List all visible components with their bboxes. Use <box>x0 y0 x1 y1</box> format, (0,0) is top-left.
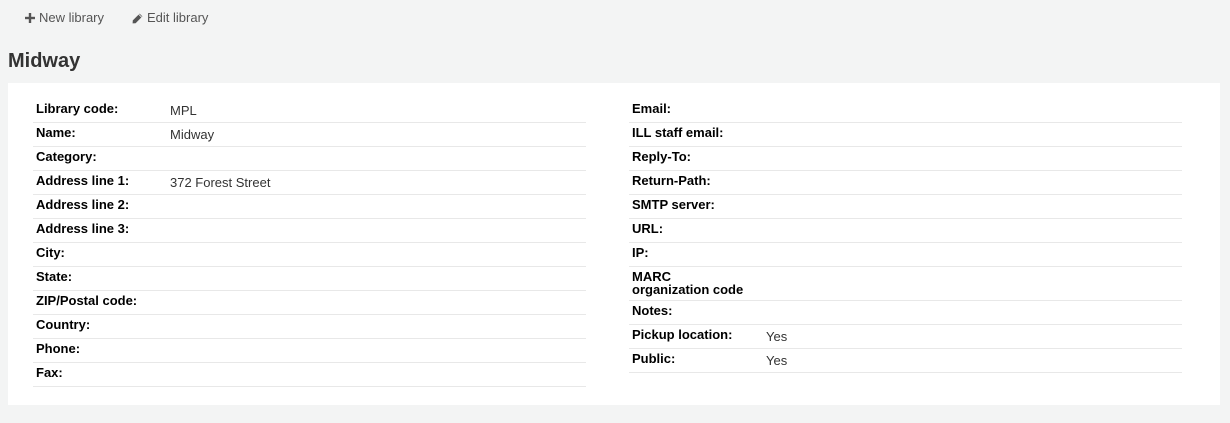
field-value: MPL <box>170 103 197 118</box>
library-details-panel: Library code: MPL Name: Midway Category:… <box>8 83 1220 405</box>
plus-icon <box>24 13 35 24</box>
field-row-email: Email: <box>629 99 1182 123</box>
field-value: Midway <box>170 127 215 142</box>
field-label: Name: <box>36 125 76 140</box>
edit-library-label: Edit library <box>147 10 209 25</box>
field-value: Yes <box>766 329 788 344</box>
field-row-ip: IP: <box>629 243 1182 267</box>
field-row-pickup-location: Pickup location: Yes <box>629 325 1182 349</box>
field-row-ill-staff-email: ILL staff email: <box>629 123 1182 147</box>
field-row-return-path: Return-Path: <box>629 171 1182 195</box>
field-row-reply-to: Reply-To: <box>629 147 1182 171</box>
field-label: ZIP/Postal code: <box>36 293 138 308</box>
field-label: Return-Path: <box>632 173 711 188</box>
pencil-icon <box>132 13 143 24</box>
field-label: Notes: <box>632 303 673 318</box>
field-row-marc-organization-code: MARC organization code <box>629 267 1182 301</box>
field-label: Fax: <box>36 365 63 380</box>
field-label: Library code: <box>36 101 119 116</box>
field-row-public: Public: Yes <box>629 349 1182 373</box>
field-label: Public: <box>632 351 676 366</box>
page-title: Midway <box>8 50 81 72</box>
field-row-zip-postal-code: ZIP/Postal code: <box>33 291 586 315</box>
new-library-label: New library <box>39 10 105 25</box>
toolbar: New library Edit library <box>24 10 208 26</box>
field-value: 372 Forest Street <box>170 175 271 190</box>
field-label: Pickup location: <box>632 327 733 342</box>
field-label: URL: <box>632 221 664 236</box>
library-details-left-column: Library code: MPL Name: Midway Category:… <box>33 99 586 387</box>
field-row-address-line-1: Address line 1: 372 Forest Street <box>33 171 586 195</box>
field-label: Address line 1: <box>36 173 130 188</box>
field-row-address-line-3: Address line 3: <box>33 219 586 243</box>
field-label: Country: <box>36 317 91 332</box>
field-row-address-line-2: Address line 2: <box>33 195 586 219</box>
field-label: City: <box>36 245 65 260</box>
new-library-button[interactable]: New library <box>24 10 104 26</box>
field-row-notes: Notes: <box>629 301 1182 325</box>
field-row-smtp-server: SMTP server: <box>629 195 1182 219</box>
field-label: Email: <box>632 101 672 116</box>
field-row-category: Category: <box>33 147 586 171</box>
field-row-phone: Phone: <box>33 339 586 363</box>
field-label: Address line 2: <box>36 197 130 212</box>
field-row-fax: Fax: <box>33 363 586 387</box>
field-label: ILL staff email: <box>632 125 724 140</box>
library-details-right-column: Email: ILL staff email: Reply-To: Return… <box>629 99 1182 373</box>
field-row-name: Name: Midway <box>33 123 586 147</box>
field-row-country: Country: <box>33 315 586 339</box>
field-row-library-code: Library code: MPL <box>33 99 586 123</box>
field-label: SMTP server: <box>632 197 715 212</box>
edit-library-button[interactable]: Edit library <box>132 10 208 26</box>
field-label: Category: <box>36 149 97 164</box>
field-label: Reply-To: <box>632 149 691 164</box>
field-label: MARC organization code <box>632 269 744 297</box>
field-row-url: URL: <box>629 219 1182 243</box>
field-label: Address line 3: <box>36 221 130 236</box>
field-row-city: City: <box>33 243 586 267</box>
field-value: Yes <box>766 353 788 368</box>
field-label: State: <box>36 269 73 284</box>
field-row-state: State: <box>33 267 586 291</box>
field-label: IP: <box>632 245 649 260</box>
field-label: Phone: <box>36 341 81 356</box>
